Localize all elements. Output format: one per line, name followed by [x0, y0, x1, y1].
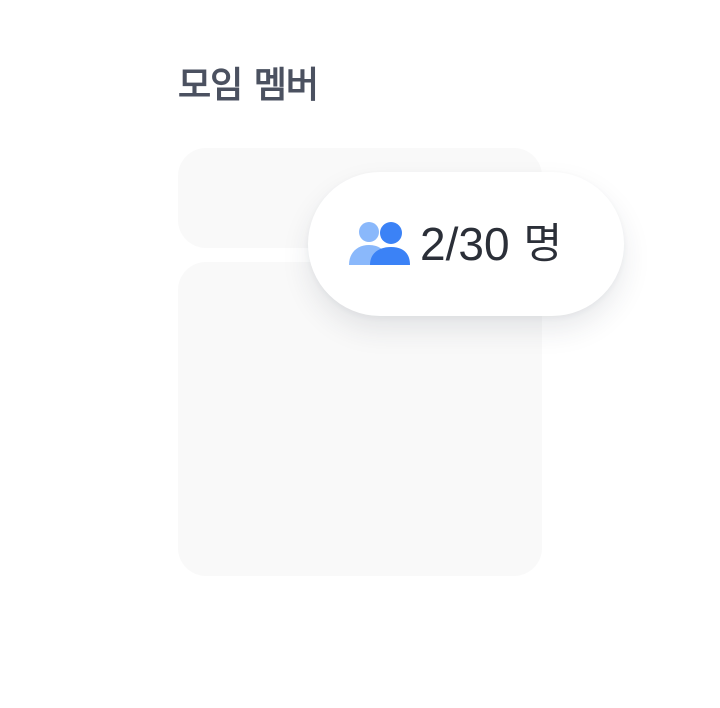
people-icon [348, 219, 410, 269]
member-count-unit: 명 [523, 219, 563, 268]
member-count-text: 2/30 [420, 218, 510, 270]
member-count-badge: 2/30 명 [308, 172, 624, 316]
section-title: 모임 멤버 [178, 65, 319, 106]
